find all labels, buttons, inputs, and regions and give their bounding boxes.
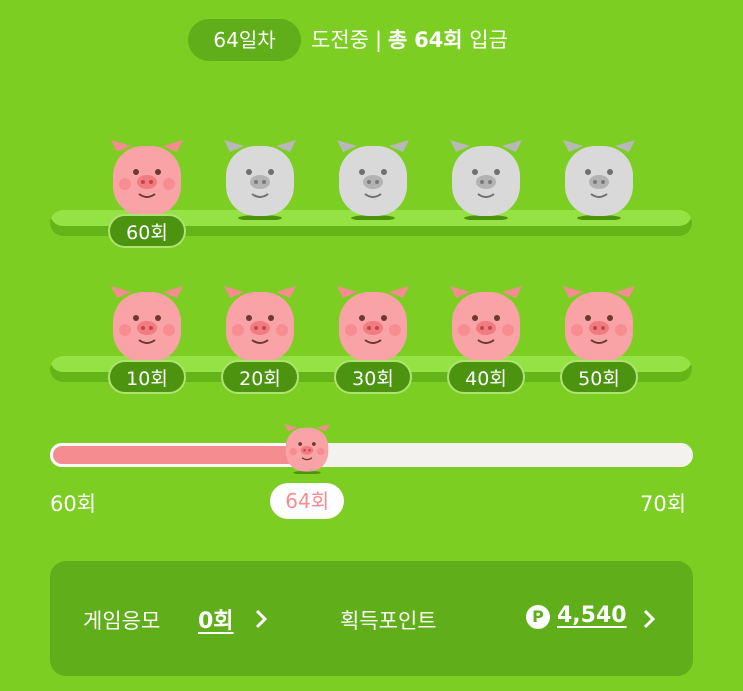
pink-pig-icon: [448, 286, 524, 366]
pink-pig-icon: [561, 286, 637, 366]
chevron-right-icon[interactable]: [642, 607, 656, 631]
gray-pig-icon: [335, 140, 411, 220]
pink-pig-icon: [335, 286, 411, 366]
total-deposit-count: 64회: [414, 28, 463, 52]
challenge-status: 도전중 | 총 64회 입금: [311, 19, 508, 61]
milestone-tag-30: 30회: [334, 360, 412, 394]
chevron-right-icon[interactable]: [254, 607, 268, 631]
pink-pig-icon: [222, 286, 298, 366]
milestone-tag-20: 20회: [221, 360, 299, 394]
progress-start-label: 60회: [50, 492, 97, 516]
earned-points-link[interactable]: 4,540: [557, 603, 627, 628]
gray-pig-icon: [561, 140, 637, 220]
pink-pig-icon: [109, 286, 185, 366]
game-entry-label: 게임응모: [83, 609, 161, 633]
gray-pig-icon: [222, 140, 298, 220]
deposit-label: 입금: [469, 28, 508, 52]
status-separator: |: [374, 28, 383, 52]
progress-track: [50, 443, 693, 467]
point-icon: P: [526, 605, 550, 629]
milestone-tag-50: 50회: [560, 360, 638, 394]
reward-panel: 게임응모 0회 획득포인트 P 4,540: [50, 561, 693, 676]
progress-fill: [50, 443, 308, 467]
game-entry-count-link[interactable]: 0회: [198, 603, 234, 635]
challenge-header: 64일차 도전중 | 총 64회 입금: [0, 0, 743, 80]
progress-end-label: 70회: [640, 492, 687, 516]
earned-points-label: 획득포인트: [340, 609, 437, 633]
pink-pig-icon: [109, 140, 185, 220]
milestone-tag-60: 60회: [108, 214, 186, 248]
status-text: 도전중: [311, 28, 369, 52]
day-count-badge: 64일차: [188, 19, 301, 61]
total-label: 총: [388, 28, 408, 52]
progress-current-badge: 64회: [270, 483, 345, 519]
progress-pig-marker-icon: [283, 424, 331, 474]
milestone-tag-10: 10회: [108, 360, 186, 394]
gray-pig-icon: [448, 140, 524, 220]
milestone-tag-40: 40회: [447, 360, 525, 394]
